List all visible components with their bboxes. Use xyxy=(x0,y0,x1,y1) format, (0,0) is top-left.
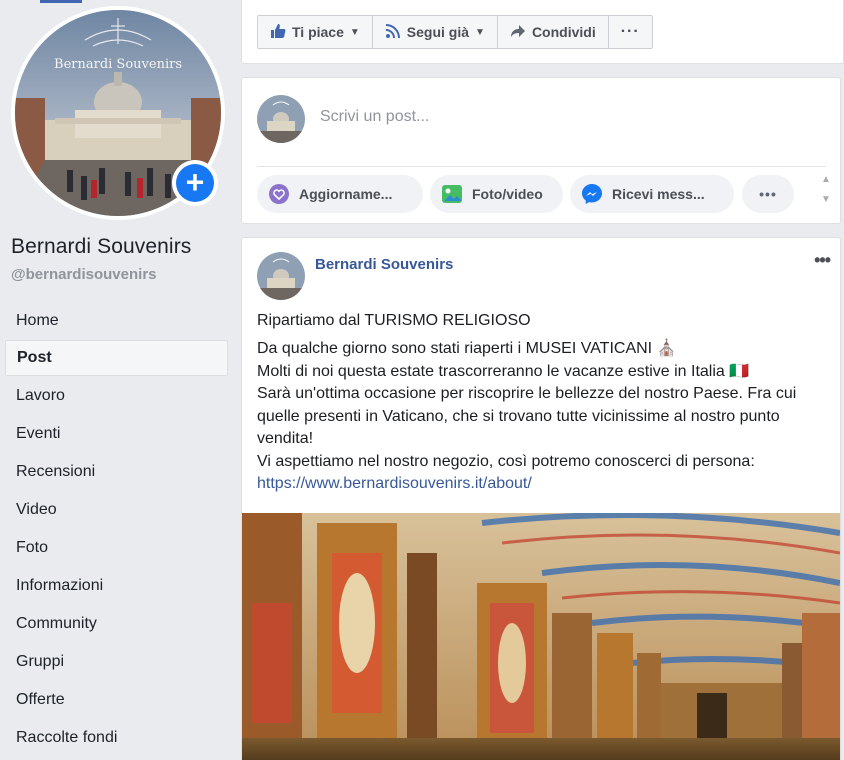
rss-icon xyxy=(385,23,401,42)
post-body: Ripartiamo dal TURISMO RELIGIOSO Da qual… xyxy=(257,310,832,496)
avatar-watermark-text: Bernardi Souvenirs xyxy=(54,57,182,72)
more-label: ··· xyxy=(620,23,640,40)
share-arrow-icon xyxy=(510,23,526,42)
post-photo[interactable] xyxy=(242,513,840,760)
composer-avatar xyxy=(257,95,305,143)
post-line-2: Molti di noi questa estate trascorrerann… xyxy=(257,362,750,380)
composer-more-button[interactable]: ••• xyxy=(742,175,794,213)
nav-item-lavoro[interactable]: Lavoro xyxy=(5,377,228,415)
status-update-button[interactable]: Aggiorname... xyxy=(257,175,423,213)
nav-item-post[interactable]: Post xyxy=(5,340,228,376)
nav-item-community[interactable]: Community xyxy=(5,605,228,643)
composer-more-label: ••• xyxy=(759,186,777,202)
follow-label: Segui già xyxy=(406,24,470,40)
post-line-3: Sarà un'ottima occasione per riscoprire … xyxy=(257,385,797,448)
nav-item-offerte[interactable]: Offerte xyxy=(5,681,228,719)
composer-scrollbar[interactable]: ▲ ▼ xyxy=(812,166,840,222)
like-button[interactable]: Ti piace ▼ xyxy=(258,16,373,48)
left-column: Bernardi Souvenirs + Bernardi Souvenirs … xyxy=(0,0,241,760)
status-update-label: Aggiorname... xyxy=(299,186,393,202)
post-author-avatar[interactable] xyxy=(257,252,305,300)
scroll-down-icon[interactable]: ▼ xyxy=(821,194,831,205)
thumbs-up-icon xyxy=(270,23,286,42)
post-author-name[interactable]: Bernardi Souvenirs xyxy=(315,256,453,273)
get-messages-button[interactable]: Ricevi mess... xyxy=(570,175,734,213)
nav-item-recensioni[interactable]: Recensioni xyxy=(5,453,228,491)
share-label: Condividi xyxy=(531,24,596,40)
composer-divider xyxy=(257,166,826,167)
top-accent-bar xyxy=(40,0,82,3)
messenger-icon xyxy=(580,182,604,206)
post-line-1: Da qualche giorno sono stati riaperti i … xyxy=(257,340,677,358)
page-handle[interactable]: @bernardisouvenirs xyxy=(11,266,157,283)
follow-button[interactable]: Segui già ▼ xyxy=(373,16,498,48)
nav-item-gruppi[interactable]: Gruppi xyxy=(5,643,228,681)
photo-video-label: Foto/video xyxy=(472,186,543,202)
post-options-button[interactable]: ••• xyxy=(814,250,831,271)
page-nav: Home Post Lavoro Eventi Recensioni Video… xyxy=(5,302,228,757)
chevron-down-icon: ▼ xyxy=(349,26,360,38)
chevron-down-icon: ▼ xyxy=(475,26,485,38)
page-actions-bar: Ti piace ▼ Segui già ▼ Condividi ··· xyxy=(241,0,844,64)
post-line-4: Vi aspettiamo nel nostro negozio, così p… xyxy=(257,452,755,470)
post-headline: Ripartiamo dal TURISMO RELIGIOSO xyxy=(257,312,531,329)
get-messages-label: Ricevi mess... xyxy=(612,186,705,202)
photo-icon xyxy=(440,182,464,206)
photo-video-button[interactable]: Foto/video xyxy=(430,175,563,213)
share-button[interactable]: Condividi xyxy=(498,16,609,48)
plus-icon: + xyxy=(176,164,214,202)
nav-item-video[interactable]: Video xyxy=(5,491,228,529)
page-title: Bernardi Souvenirs xyxy=(11,235,192,258)
like-label: Ti piace xyxy=(292,24,344,40)
scroll-up-icon[interactable]: ▲ xyxy=(821,174,831,185)
vatican-library-image xyxy=(242,513,840,760)
nav-item-home[interactable]: Home xyxy=(5,302,228,340)
post-card: Bernardi Souvenirs ••• Ripartiamo dal TU… xyxy=(241,237,841,760)
post-composer: Scrivi un post... Aggiorname... Foto/vid… xyxy=(241,77,841,224)
nav-item-eventi[interactable]: Eventi xyxy=(5,415,228,453)
more-actions-button[interactable]: ··· xyxy=(609,16,652,48)
nav-item-foto[interactable]: Foto xyxy=(5,529,228,567)
heart-icon xyxy=(267,182,291,206)
action-buttons: Ti piace ▼ Segui già ▼ Condividi ··· xyxy=(257,15,653,49)
post-link[interactable]: https://www.bernardisouvenirs.it/about/ xyxy=(257,475,532,492)
add-photo-button[interactable]: + xyxy=(172,160,218,206)
composer-input[interactable]: Scrivi un post... xyxy=(320,108,429,126)
nav-item-informazioni[interactable]: Informazioni xyxy=(5,567,228,605)
nav-item-raccolte-fondi[interactable]: Raccolte fondi xyxy=(5,719,228,757)
